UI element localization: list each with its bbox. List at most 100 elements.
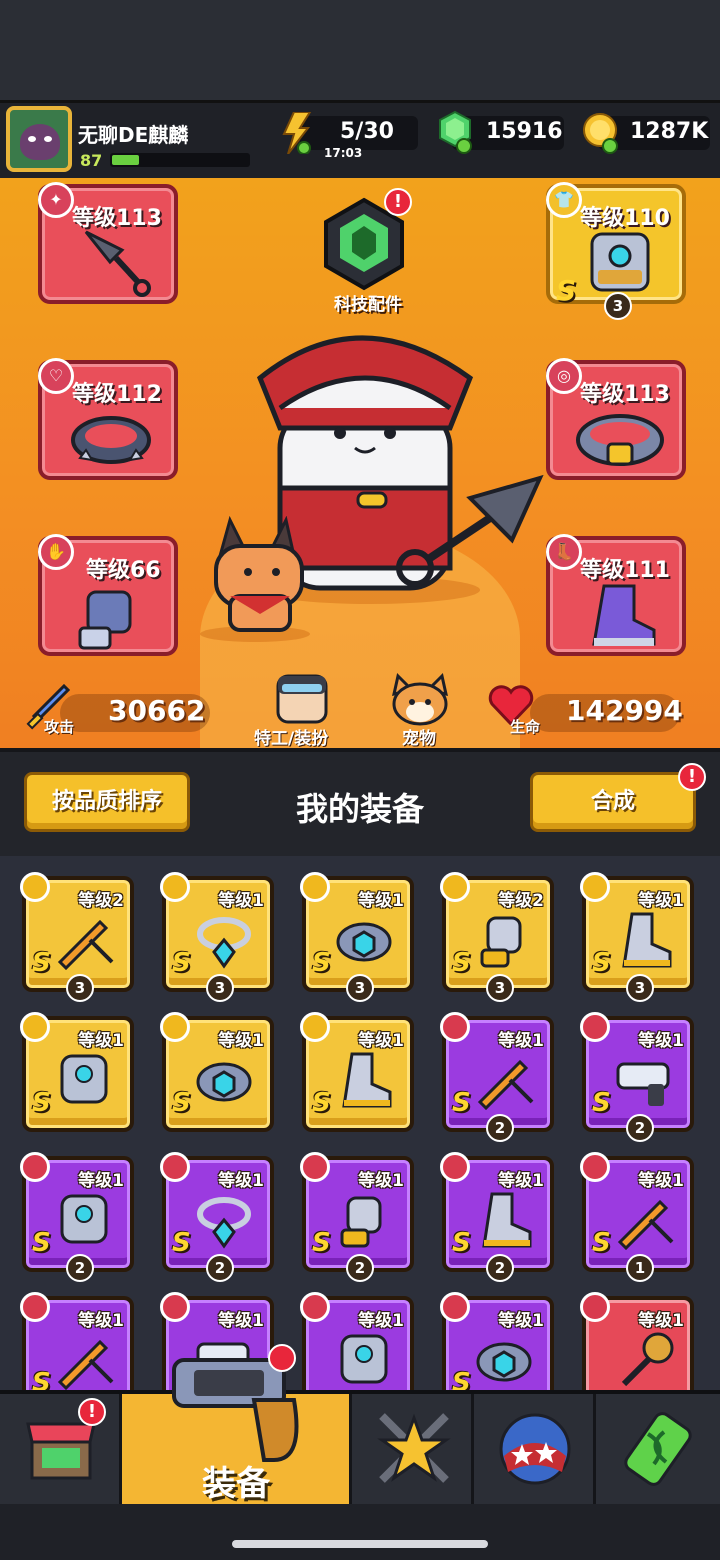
inventory-item[interactable]: 等级1 S 3 [580, 872, 694, 1002]
inventory-grid: 等级2 S 3 等级1 S 3 等级1 S 3 等级2 S 3 等级1 S 3 等级1 S 等级1 S 等级1 S 等级1… [0, 856, 720, 1390]
item-rank: S [172, 1228, 191, 1258]
boots-slot-badge-icon: 👢 [546, 534, 582, 570]
gauntlet-icon [340, 1196, 382, 1248]
avatar-face-icon [20, 124, 60, 160]
inventory-item[interactable]: 等级1 S 2 [440, 1152, 554, 1282]
item-level: 等级1 [638, 1311, 684, 1331]
item-rank: S [172, 948, 191, 978]
inventory-item[interactable]: 等级1 [300, 1292, 414, 1390]
inventory-item[interactable]: 等级1 [580, 1292, 694, 1390]
inventory-item[interactable]: 等级1 S 1 [580, 1152, 694, 1282]
equipped-boots-slot[interactable]: 👢 等级111 [546, 534, 686, 656]
inventory-item[interactable]: 等级2 S 3 [20, 872, 134, 1002]
equipped-gloves-slot[interactable]: ✋ 等级66 [38, 534, 178, 656]
inventory-item[interactable]: 等级1 S 2 [580, 1012, 694, 1142]
item-level: 等级1 [638, 1171, 684, 1191]
gems-value: 15916 [486, 119, 563, 144]
armor-icon [590, 232, 650, 292]
pet-shiba-icon[interactable] [388, 672, 452, 726]
star-icon [377, 1413, 451, 1483]
hp-value: 142994 [566, 694, 683, 727]
item-type-badge-icon [20, 1012, 50, 1042]
armor-stars: 3 [604, 292, 632, 320]
inventory-item[interactable]: 等级1 S 2 [300, 1152, 414, 1282]
avatar-eye-icon [28, 136, 36, 142]
boot-icon [622, 912, 672, 968]
inventory-item[interactable]: 等级1 S 3 [160, 872, 274, 1002]
inventory-item[interactable]: 等级1 S [160, 1012, 274, 1132]
inventory-item[interactable]: 等级1 S [20, 1292, 134, 1390]
item-rank: S [312, 948, 331, 978]
item-type-badge-icon [440, 1152, 470, 1182]
equipped-weapon-slot[interactable]: ✦ 等级113 [38, 182, 178, 304]
nav-tab-talents[interactable] [352, 1394, 474, 1504]
item-stars: 3 [66, 974, 94, 1002]
inventory-item[interactable]: 等级2 S 3 [440, 872, 554, 1002]
inventory-item[interactable]: 等级1 S 3 [300, 872, 414, 1002]
item-type-badge-icon [580, 1152, 610, 1182]
nav-tab-evolution[interactable] [596, 1394, 720, 1504]
coins-value: 1287K [630, 119, 709, 144]
inventory-item[interactable]: 等级1 S 2 [160, 1152, 274, 1282]
boot-icon [342, 1052, 392, 1108]
item-level: 等级1 [218, 891, 264, 911]
item-type-badge-icon [20, 872, 50, 902]
sort-by-quality-button[interactable]: 按品质排序 [24, 772, 190, 832]
energy-value: 5/30 [340, 119, 394, 144]
item-type-badge-icon [580, 1292, 610, 1322]
item-rank: S [452, 1368, 471, 1390]
armor-rank: S [556, 274, 577, 307]
gauntlet-icon [78, 590, 132, 650]
equipped-armor-slot[interactable]: 👕 等级110 S 3 [546, 182, 686, 320]
item-level: 等级1 [78, 1031, 124, 1051]
avatar-eye-icon [44, 136, 52, 142]
pet-dog-icon[interactable] [190, 516, 320, 646]
item-stars: 3 [346, 974, 374, 1002]
item-level: 等级1 [78, 1171, 124, 1191]
item-type-badge-icon [160, 1152, 190, 1182]
boot-icon [592, 584, 656, 646]
attack-value: 30662 [108, 694, 206, 727]
item-rank: S [592, 948, 611, 978]
inventory-item[interactable]: 等级1 S 2 [440, 1012, 554, 1142]
equipped-belt-slot[interactable]: ◎ 等级113 [546, 358, 686, 480]
belt-icon [336, 922, 392, 962]
item-level: 等级1 [498, 1311, 544, 1331]
item-rank: S [452, 1088, 471, 1118]
item-level: 等级1 [358, 891, 404, 911]
inventory-item[interactable]: 等级1 S [300, 1012, 414, 1132]
inventory-item[interactable]: 等级1 S 2 [20, 1152, 134, 1282]
nav-tab-events[interactable] [474, 1394, 596, 1504]
item-type-badge-icon [20, 1292, 50, 1322]
armor-icon [60, 1054, 108, 1104]
shop-alert-badge: ! [78, 1398, 106, 1426]
item-type-badge-icon [300, 1292, 330, 1322]
item-type-badge-icon [20, 1152, 50, 1182]
energy-lightning-icon [282, 112, 312, 154]
hero-panel: ✦ 等级113 ♡ 等级112 ✋ 等级66 👕 等级110 S 3 ◎ 等级1… [0, 178, 720, 748]
item-type-badge-icon [160, 872, 190, 902]
sword-icon [57, 919, 114, 970]
gun-icon [616, 1062, 670, 1106]
nav-tab-shop[interactable]: ! [0, 1394, 122, 1504]
item-rank: S [312, 1228, 331, 1258]
spiked-collar-icon [71, 416, 151, 464]
item-level: 等级1 [218, 1311, 264, 1331]
agent-costume-icon[interactable] [270, 672, 334, 726]
kunai-icon [84, 230, 151, 297]
merge-button[interactable]: 合成 [530, 772, 696, 832]
dna-icon [624, 1412, 692, 1486]
inventory-item[interactable]: 等级1 S [440, 1292, 554, 1390]
item-level: 等级1 [638, 1031, 684, 1051]
inventory-item[interactable]: 等级1 S [20, 1012, 134, 1132]
player-avatar[interactable] [6, 106, 72, 172]
item-level: 等级1 [358, 1311, 404, 1331]
item-type-badge-icon [440, 872, 470, 902]
sword-icon [477, 1059, 534, 1110]
equipped-necklace-slot[interactable]: ♡ 等级112 [38, 358, 178, 480]
hp-label: 生命 [510, 718, 541, 736]
belt-icon [196, 1062, 252, 1102]
shop-icon [26, 1422, 96, 1480]
merge-alert-badge: ! [678, 763, 706, 791]
player-name: 无聊DE麒麟 [78, 123, 189, 147]
